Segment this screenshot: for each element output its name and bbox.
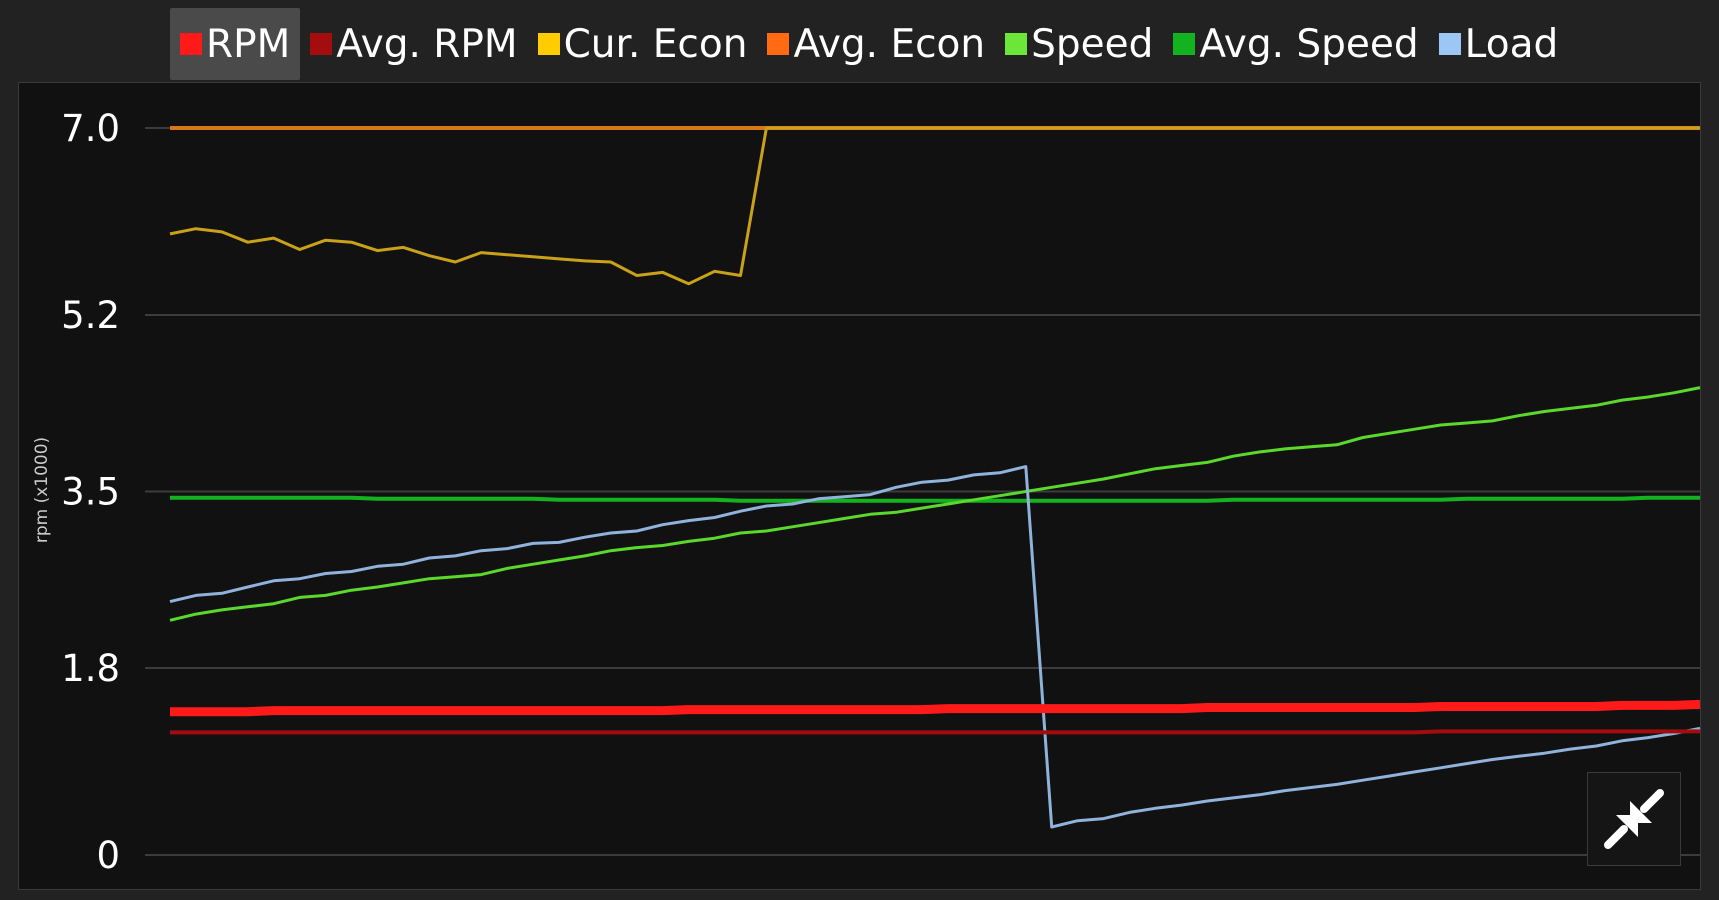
series-line-avg-rpm	[170, 729, 1700, 735]
y-axis-label: rpm (x1000)	[32, 437, 52, 543]
restore-view-button[interactable]	[1587, 772, 1681, 866]
series-line-speed	[169, 386, 1701, 622]
grid-lines	[145, 127, 1700, 856]
series-line-load	[169, 465, 1701, 829]
series-lines	[169, 126, 1701, 829]
y-tick-label: 0	[96, 834, 120, 877]
series-line-cur-econ	[169, 126, 1700, 286]
y-tick-label: 7.0	[61, 107, 120, 150]
y-tick-label: 3.5	[61, 471, 120, 514]
chart-svg: 7.0 5.2 3.5 1.8 0 rpm (x1000)	[32, 107, 1701, 877]
series-line-rpm	[170, 699, 1701, 717]
collapse-arrows-icon	[1604, 789, 1664, 849]
y-tick-label: 5.2	[61, 294, 120, 337]
y-tick-label: 1.8	[61, 647, 120, 690]
series-line-avg-speed	[170, 495, 1700, 503]
y-tick-labels: 7.0 5.2 3.5 1.8 0	[61, 107, 120, 877]
